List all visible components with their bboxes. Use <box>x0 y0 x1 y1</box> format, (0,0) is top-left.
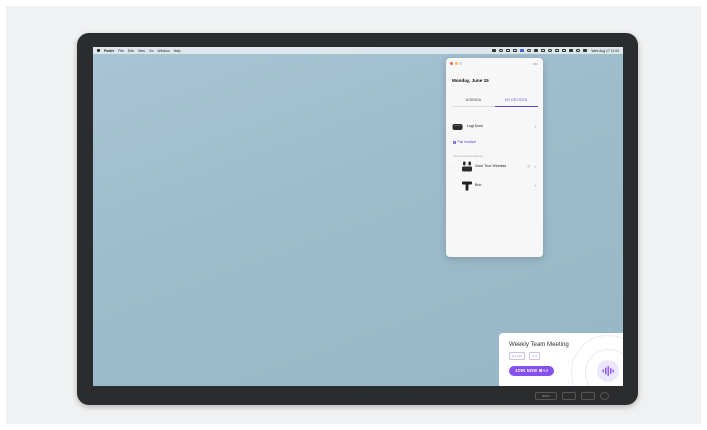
more-options-icon[interactable]: ••• <box>533 61 538 66</box>
camera-status-icon[interactable] <box>492 48 497 53</box>
dock-device-icon <box>452 124 463 130</box>
control-center-icon[interactable] <box>583 48 588 53</box>
expand-icon[interactable]: › <box>453 184 454 188</box>
section-label: Recommended settings <box>453 154 484 158</box>
desktop-screen: Finder File Edit View Go Window Help Wed… <box>93 47 623 386</box>
monitor-down-button[interactable] <box>562 392 576 400</box>
device-row-logi-dock[interactable]: Logi Dock › <box>452 122 538 132</box>
speaker-icon[interactable]: ◁) <box>526 164 530 168</box>
date-heading: Monday, June 15 <box>452 78 489 83</box>
menu-help[interactable]: Help <box>174 49 181 53</box>
menu-window[interactable]: Window <box>158 49 170 53</box>
attendee-count: 4 <box>535 354 537 358</box>
pair-headset-label: Pair headset <box>457 140 477 144</box>
device-name: Logi Dock <box>467 124 483 128</box>
pair-headset-link[interactable]: Pair headset <box>453 140 476 144</box>
close-dot-icon[interactable] <box>450 62 453 65</box>
battery-status-icon[interactable] <box>534 48 539 53</box>
keyboard-status-icon[interactable] <box>541 48 546 53</box>
device-name: Brio <box>475 183 482 187</box>
join-now-button[interactable]: JOIN NOW ⌘+J <box>509 366 554 376</box>
headset-icon <box>453 140 456 144</box>
meeting-time-badge: in 1 min <box>509 352 525 360</box>
bluetooth-status-icon[interactable] <box>562 48 567 53</box>
logi-status-icon[interactable] <box>499 48 504 53</box>
clipboard-status-icon[interactable] <box>506 48 511 53</box>
menu-view[interactable]: View <box>138 49 145 53</box>
device-name: Zone True Wireless <box>475 164 507 168</box>
menu-go[interactable]: Go <box>149 49 154 53</box>
battery-icon[interactable] <box>569 48 574 53</box>
volume-status-icon[interactable] <box>548 48 553 53</box>
tab-my-devices[interactable]: MY DEVICES <box>505 98 527 102</box>
tab-agenda[interactable]: AGENDA <box>466 98 481 102</box>
zoom-dot-icon[interactable] <box>459 62 462 65</box>
apple-menu-icon[interactable] <box>97 48 100 53</box>
active-tab-indicator <box>495 105 538 107</box>
chevron-right-icon[interactable]: › <box>535 183 537 188</box>
audio-wave-icon <box>602 366 614 376</box>
menu-clock[interactable]: Wed Aug 17 11:03 <box>591 49 619 53</box>
webcam-device-icon <box>462 181 472 191</box>
chevron-right-icon[interactable]: › <box>535 164 537 169</box>
logi-tune-status-icon[interactable] <box>520 48 525 53</box>
search-icon[interactable] <box>576 48 581 53</box>
sync-status-icon[interactable] <box>527 48 532 53</box>
display-status-icon[interactable] <box>513 48 518 53</box>
minimize-dot-icon[interactable] <box>454 62 458 65</box>
menu-edit[interactable]: Edit <box>128 49 134 53</box>
audio-wave-button[interactable] <box>597 360 619 382</box>
monitor-menu-button[interactable]: MENU <box>535 392 557 400</box>
menu-finder[interactable]: Finder <box>104 49 114 53</box>
chevron-right-icon[interactable]: › <box>535 124 537 129</box>
airplay-status-icon[interactable] <box>555 48 560 53</box>
monitor-up-button[interactable] <box>581 392 595 400</box>
monitor: Finder File Edit View Go Window Help Wed… <box>77 33 638 405</box>
device-row-zone-true-wireless[interactable]: › Zone True Wireless ◁) › <box>452 161 538 172</box>
attendees-badge: ♙ 4 <box>529 352 540 360</box>
menu-bar: Finder File Edit View Go Window Help Wed… <box>93 47 623 54</box>
popover-tabs: AGENDA MY DEVICES <box>452 96 538 107</box>
monitor-power-button[interactable] <box>600 392 609 400</box>
meeting-title: Weekly Team Meeting <box>509 341 569 348</box>
window-controls <box>450 62 464 65</box>
earbuds-device-icon <box>462 161 472 172</box>
meeting-notification[interactable]: Weekly Team Meeting in 1 min ♙ 4 JOIN NO… <box>499 333 623 386</box>
status-area: Wed Aug 17 11:03 <box>489 47 619 54</box>
monitor-buttons: MENU <box>530 392 609 400</box>
devices-popover: ••• Monday, June 15 AGENDA MY DEVICES Lo… <box>446 58 543 257</box>
expand-icon[interactable]: › <box>453 165 454 169</box>
menu-file[interactable]: File <box>118 49 123 53</box>
device-row-brio[interactable]: › Brio › <box>452 181 538 191</box>
